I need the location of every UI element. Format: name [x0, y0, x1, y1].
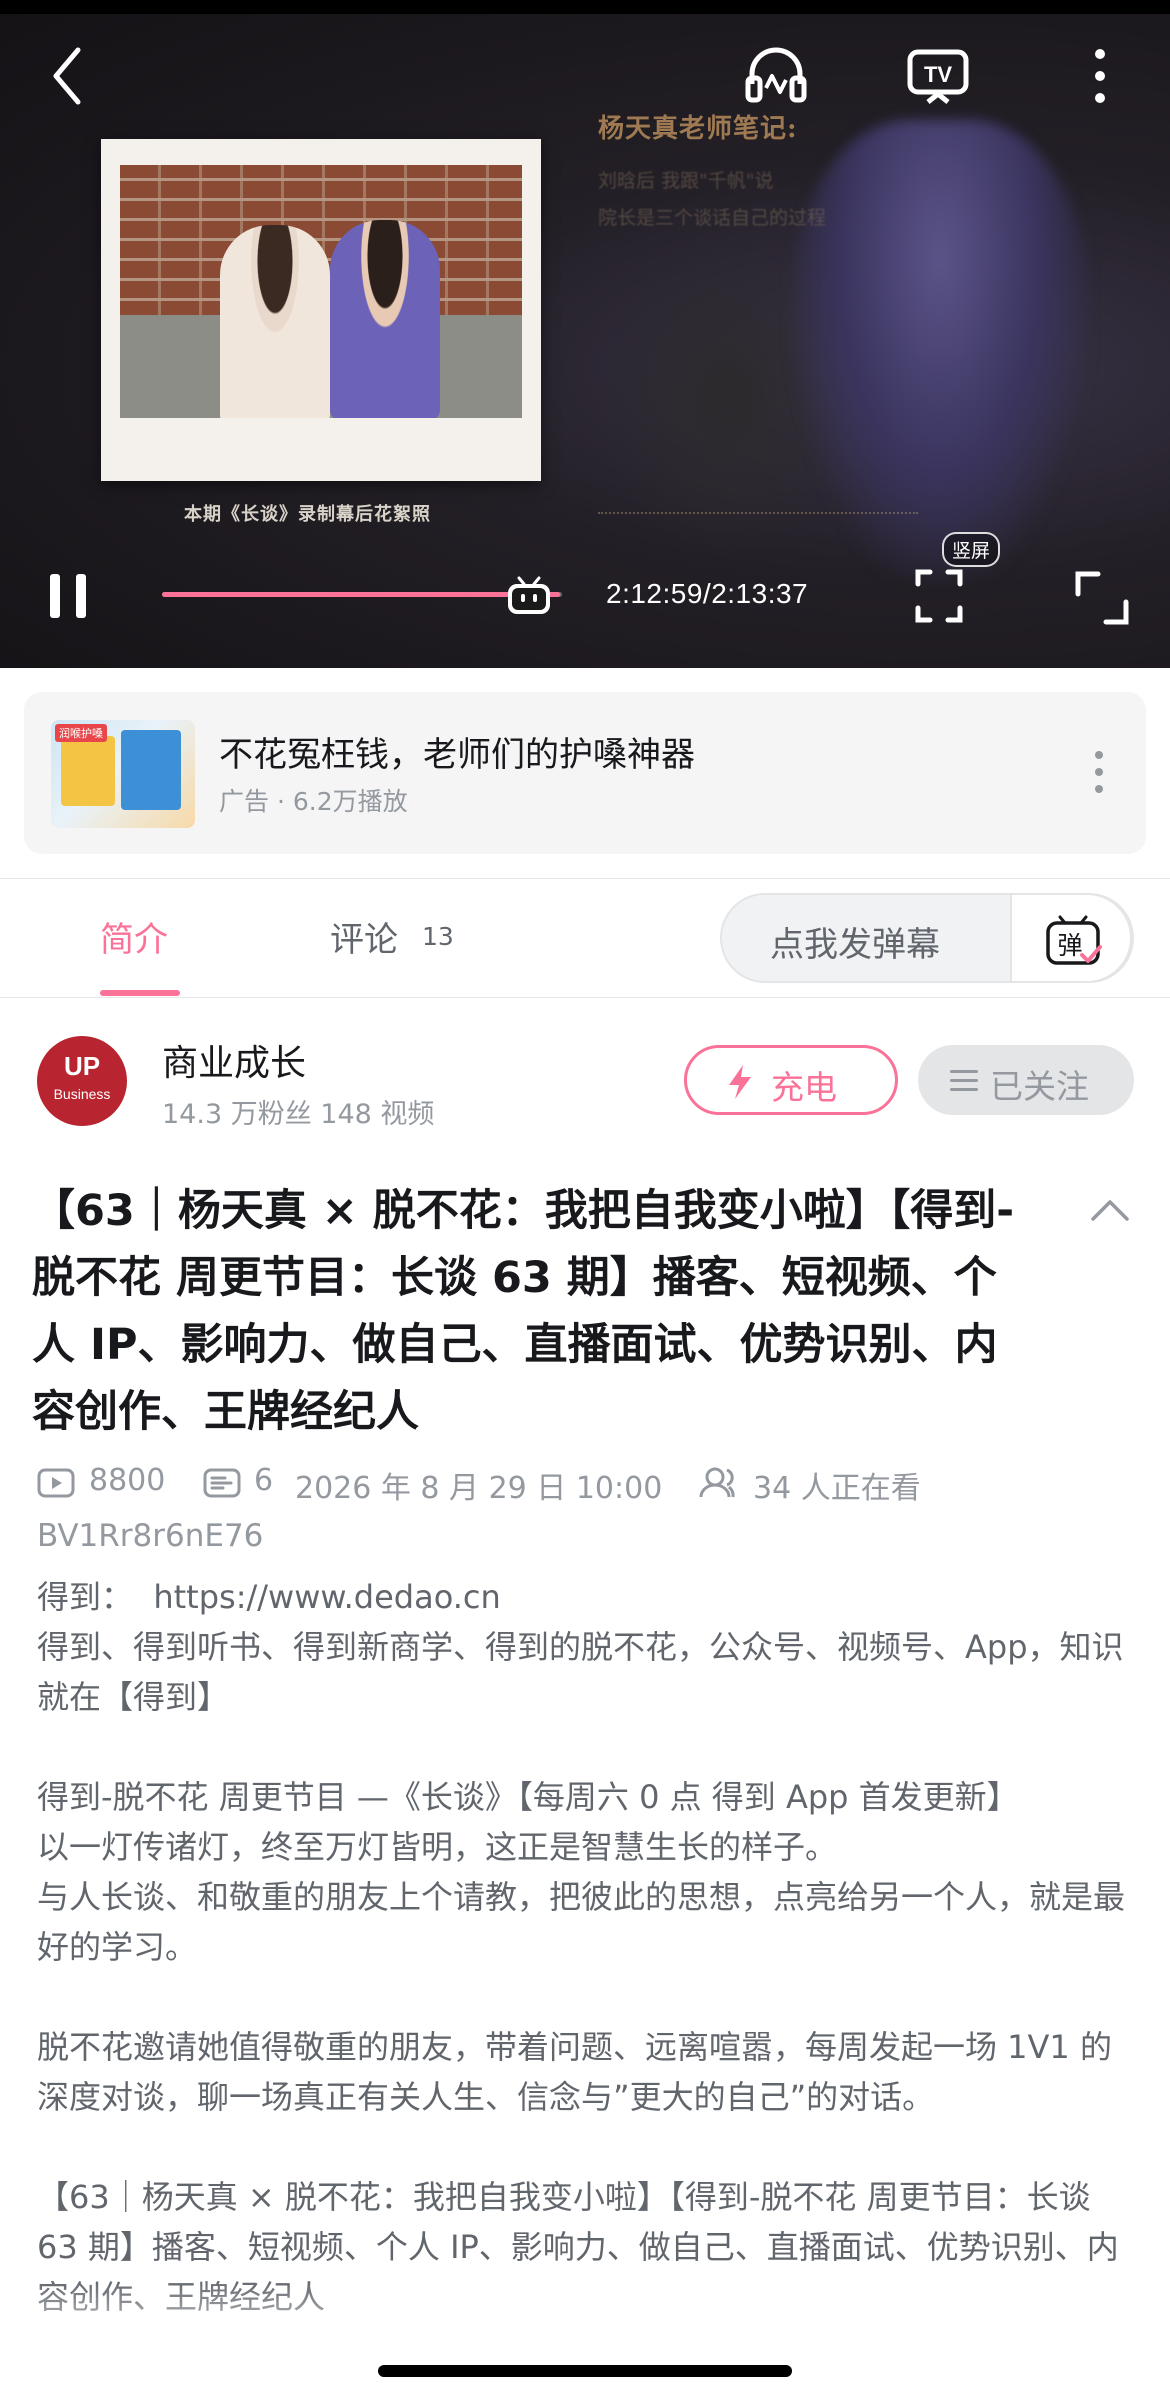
active-tab-indicator — [100, 990, 180, 996]
ad-title[interactable]: 不花冤枉钱，老师们的护嗓神器 — [219, 727, 695, 776]
video-caption: 本期《长谈》录制幕后花絮照 — [184, 504, 431, 525]
avatar[interactable]: UP Business — [37, 1036, 127, 1126]
description-line: 得到： https://www.dedao.cn — [37, 1578, 501, 1616]
progress-thumb-tv-icon[interactable] — [504, 572, 554, 616]
tab-comments[interactable]: 评论 — [330, 912, 398, 961]
video-person — [790, 120, 1090, 580]
charge-label: 充电 — [771, 1068, 837, 1107]
watching-count: 34 人正在看 — [753, 1471, 921, 1506]
tab-intro[interactable]: 简介 — [100, 912, 168, 961]
views-icon — [37, 1467, 75, 1507]
chevron-up-icon[interactable] — [1090, 1198, 1130, 1226]
playback-time: 2:12:59/2:13:37 — [606, 578, 809, 609]
progress-fill — [162, 592, 561, 597]
ad-card[interactable]: 润喉护嗓 不花冤枉钱，老师们的护嗓神器 广告 · 6.2万播放 — [24, 692, 1146, 854]
portrait-fullscreen-icon[interactable] — [914, 568, 964, 624]
status-bar-shade — [0, 0, 1170, 14]
portrait-mode-badge: 竖屏 — [942, 532, 1001, 567]
bottom-fade — [0, 2280, 1170, 2402]
video-player[interactable]: 杨天真老师笔记: 刘晗后 我跟"千帆"说 院长是三个谈话自己的过程 本期《长谈》… — [0, 0, 1170, 668]
description-line: 得到、得到听书、得到新商学、得到的脱不花，公众号、视频号、App，知识 就在【得… — [37, 1628, 1134, 1716]
danmaku-count: 6 — [254, 1463, 274, 1498]
publish-date: 2026 年 8 月 29 日 10:00 — [295, 1471, 663, 1506]
divider — [0, 997, 1170, 998]
uploader-name[interactable]: 商业成长 — [162, 1034, 306, 1086]
video-note-line: 刘晗后 我跟"千帆"说 — [598, 170, 774, 192]
follow-label: 已关注 — [990, 1067, 1089, 1106]
video-dotted-line — [598, 512, 918, 514]
description-line: 脱不花邀请她值得敬重的朋友，带着问题、远离喧嚣，每周发起一场 1V1 的深度对谈… — [37, 2028, 1112, 2116]
video-note-line: 院长是三个谈话自己的过程 — [598, 207, 827, 229]
ad-thumbnail-tag: 润喉护嗓 — [55, 724, 107, 742]
video-polaroid-photo — [101, 139, 541, 481]
back-icon[interactable] — [50, 46, 86, 106]
more-options-icon[interactable] — [1090, 46, 1110, 106]
ad-more-icon[interactable] — [1089, 747, 1109, 797]
danmaku-toggle-button[interactable]: 弹 — [1010, 893, 1132, 983]
danmaku-input[interactable]: 点我发弹幕 弹 — [720, 893, 1134, 983]
description-line — [37, 1972, 1127, 2022]
video-note-title: 杨天真老师笔记: — [598, 114, 798, 144]
pause-icon[interactable] — [48, 572, 88, 620]
uploader-stats: 14.3 万粉丝 148 视频 — [162, 1099, 435, 1130]
tv-cast-icon[interactable]: TV — [906, 46, 970, 106]
home-indicator[interactable] — [378, 2365, 792, 2377]
headphones-icon[interactable] — [744, 44, 808, 104]
description-line — [37, 1722, 1127, 1772]
watching-icon — [699, 1465, 743, 1507]
avatar-text-business: Business — [53, 1086, 111, 1102]
svg-text:弹: 弹 — [1057, 931, 1082, 960]
lightning-icon — [729, 1065, 751, 1099]
danmaku-icon: 弹 — [1046, 915, 1102, 965]
video-title: 【63｜杨天真 × 脱不花：我把自我变小啦】【得到-脱不花 周更节目：长谈 63… — [32, 1186, 1015, 1437]
video-description: 得到： https://www.dedao.cn 得到、得到听书、得到新商学、得… — [37, 1572, 1127, 2322]
views-count: 8800 — [89, 1463, 166, 1498]
description-line — [37, 2122, 1127, 2172]
svg-text:TV: TV — [924, 62, 952, 87]
comments-count: 13 — [422, 922, 454, 951]
danmaku-placeholder: 点我发弹幕 — [770, 925, 940, 965]
follow-button[interactable]: 已关注 — [918, 1045, 1134, 1115]
charge-button[interactable]: 充电 — [684, 1045, 898, 1115]
ad-subtitle: 广告 · 6.2万播放 — [219, 787, 408, 816]
description-line: 得到-脱不花 周更节目 —《长谈》【每周六 0 点 得到 App 首发更新】 — [37, 1778, 1019, 1816]
divider — [0, 878, 1170, 879]
ad-thumbnail[interactable]: 润喉护嗓 — [51, 720, 195, 828]
description-line: 与人长谈、和敬重的朋友上个请教，把彼此的思想，点亮给另一个人，就是最好的学习。 — [37, 1878, 1126, 1966]
photo-image — [120, 165, 522, 418]
fullscreen-icon[interactable] — [1074, 570, 1130, 626]
bvid[interactable]: BV1Rr8r6nE76 — [37, 1518, 263, 1554]
danmaku-count-icon — [203, 1467, 241, 1507]
description-line: 以一灯传诸灯，终至万灯皆明，这正是智慧生长的样子。 — [37, 1828, 838, 1866]
progress-bar[interactable] — [162, 592, 562, 597]
menu-lines-icon — [950, 1070, 978, 1097]
avatar-text-up: UP — [63, 1051, 101, 1081]
